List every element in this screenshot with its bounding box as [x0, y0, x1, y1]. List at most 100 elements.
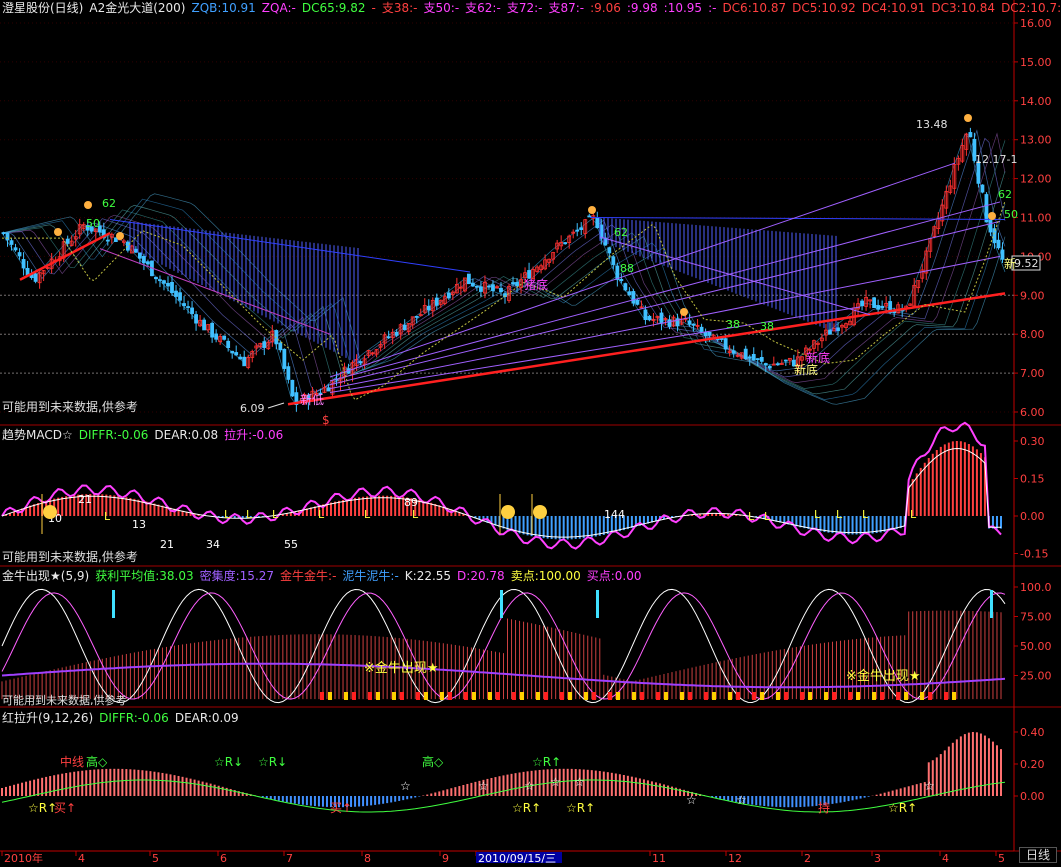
trend-line-5 — [329, 201, 1001, 382]
kd-signal-block — [784, 692, 788, 700]
panel1-item-3: ZQA:- — [261, 1, 296, 15]
candle-body — [426, 305, 431, 311]
panel2-item-1: DIFFR:-0.06 — [78, 428, 149, 442]
kd-signal-block — [776, 692, 780, 700]
candle-body — [190, 307, 194, 314]
low-price-arrow — [267, 402, 285, 409]
candle-body — [138, 252, 142, 259]
kd-signal-block — [520, 692, 524, 700]
candle-body — [699, 326, 704, 332]
panel1-item-0: 澄星股份(日线) — [2, 1, 84, 15]
date-label-2: 5 — [152, 852, 159, 863]
low-price-label: 6.09 — [240, 402, 265, 415]
candle-body — [731, 350, 736, 354]
candle-body — [394, 331, 399, 336]
macd-l-mark-0: L — [104, 510, 111, 523]
new-low-label-1: 新低 — [300, 392, 324, 407]
kd-signal-block — [680, 692, 684, 700]
candle-body — [876, 305, 881, 310]
macd-l-mark-4: L — [318, 508, 325, 521]
kd-signal-block — [640, 692, 644, 700]
price-panel-header: 澄星股份(日线) A2金光大道(200) ZQB:10.91 ZQA:- DC65:9.… — [2, 1, 1061, 15]
kd-cyan-marker-3 — [990, 590, 993, 618]
candle-body — [226, 340, 231, 349]
price-tick-label-0: 16.00 — [1020, 17, 1052, 30]
panel1-item-9: 支72:- — [506, 1, 543, 15]
macd-l-mark-9: L — [814, 508, 821, 521]
kd-signal-block — [920, 692, 924, 700]
candle-body — [182, 303, 186, 307]
panel3-item-6: D:20.78 — [457, 569, 505, 583]
panel4-item-0: 红拉升(9,12,26) — [2, 711, 94, 725]
kd-signal-block — [488, 692, 492, 700]
panel1-item-12: :9.98 — [626, 1, 658, 15]
kd-tick-label-1: 75.00 — [1020, 611, 1052, 624]
kd-signal-block — [496, 692, 500, 700]
candle-body — [21, 259, 26, 269]
candle-body — [178, 292, 182, 301]
kd-signal-block — [608, 692, 612, 700]
period-tab[interactable]: 日线 — [1018, 847, 1057, 863]
macd-fib-label-2: 13 — [132, 518, 146, 531]
price-tick-label-2: 14.00 — [1020, 95, 1052, 108]
panel3-item-4: 泥牛泥牛:- — [342, 569, 399, 583]
kd-panel-note: 可能用到未来数据,供参考 — [2, 694, 127, 707]
date-label-13: 5 — [998, 852, 1005, 863]
kd-signal-block — [736, 692, 740, 700]
smiley-icon-1 — [501, 505, 515, 519]
macd-fib-label-5: 55 — [284, 538, 298, 551]
fib-label-88: 88 — [620, 262, 634, 275]
candle-body — [723, 338, 728, 350]
chart-stage[interactable]: 16.0015.0014.0013.0012.0011.0010.009.008… — [0, 0, 1061, 865]
candle-body — [880, 305, 885, 309]
candle-body — [166, 282, 170, 287]
panel3-item-3: 金牛金牛:- — [280, 569, 337, 583]
kd-signal-block — [712, 692, 716, 700]
candle-body — [5, 232, 10, 241]
date-label-5: 8 — [364, 852, 371, 863]
kd-tick-label-2: 50.00 — [1020, 640, 1052, 653]
gold-bull-label-1: ※金牛出现★ — [364, 660, 439, 676]
candle-body — [984, 194, 989, 223]
panel3-item-5: K:22.55 — [404, 569, 452, 583]
kd-signal-block — [424, 692, 428, 700]
kd-signal-block — [896, 692, 900, 700]
candle-body — [980, 184, 985, 193]
candle-body — [627, 291, 632, 296]
candle-body — [174, 290, 178, 297]
macd-l-mark-10: L — [836, 508, 843, 521]
candle-body — [358, 361, 363, 364]
trade-marker-icon-6 — [988, 212, 996, 220]
candle-body — [968, 132, 973, 138]
red-star-r-down-1: ☆R↓ — [214, 755, 243, 769]
candle-body — [414, 316, 419, 318]
date-label-9: 12 — [728, 852, 742, 863]
candle-body — [595, 217, 600, 229]
macd-l-mark-6: L — [412, 508, 419, 521]
candle-body — [607, 247, 612, 254]
macd-l-mark-5: L — [364, 508, 371, 521]
date-label-6: 9 — [442, 852, 449, 863]
fib-label-50b: 50 — [1004, 208, 1018, 221]
kd-panel-header: 金牛出现★(5,9) 获利平均值:38.03 密集度:15.27 金牛金牛:- 泥牛泥牛… — [2, 569, 648, 583]
macd-fib-label-7: 144 — [604, 508, 625, 521]
panel4-item-2: DEAR:0.09 — [174, 711, 239, 725]
macd-l-mark-1: L — [224, 508, 231, 521]
s-mark-label: $ — [322, 413, 330, 427]
candle-body — [623, 283, 628, 291]
trend-line-7 — [329, 255, 1001, 390]
candle-body — [499, 287, 503, 293]
red-tick-label-2: 0.00 — [1020, 790, 1045, 803]
candle-body — [194, 314, 198, 324]
candle-body — [65, 238, 70, 244]
candle-body — [262, 341, 267, 348]
candle-body — [643, 309, 648, 320]
red-tick-label-0: 0.40 — [1020, 726, 1045, 739]
panel1-item-11: :9.06 — [590, 1, 621, 15]
candle-body — [466, 273, 471, 285]
red-buy-label-2: 买↑ — [330, 801, 352, 815]
kd-signal-block — [344, 692, 348, 700]
candle-body — [487, 285, 491, 288]
candle-body — [158, 279, 162, 282]
kd-signal-block — [592, 692, 596, 700]
